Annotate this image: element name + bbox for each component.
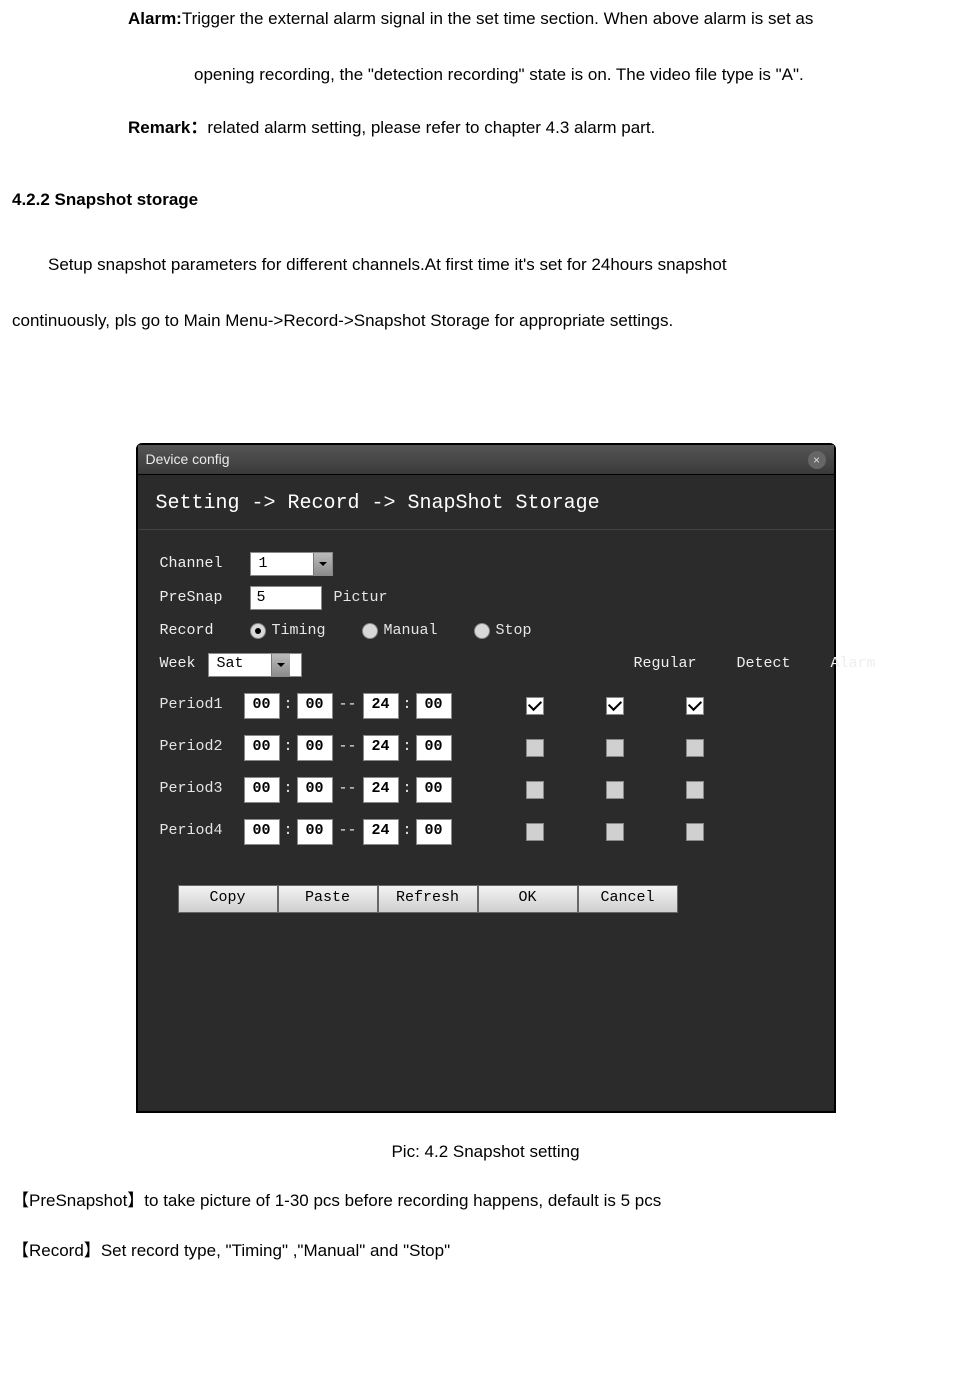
period3-regular-checkbox[interactable]	[526, 781, 544, 799]
period1-label: Period1	[160, 694, 244, 717]
col-regular: Regular	[634, 653, 697, 676]
channel-label: Channel	[160, 553, 238, 576]
def1-text: to take picture of 1-30 pcs before recor…	[144, 1191, 661, 1210]
period4-h1[interactable]: 00	[244, 819, 280, 845]
week-label: Week	[160, 653, 196, 676]
device-config-dialog: Device config × Setting -> Record -> Sna…	[136, 443, 836, 1113]
radio-stop[interactable]: Stop	[474, 620, 532, 643]
period1-detect-checkbox[interactable]	[606, 697, 624, 715]
setup-text-line1: Setup snapshot parameters for different …	[48, 252, 963, 278]
def2-key: 【Record】	[12, 1241, 101, 1260]
period3-detect-checkbox[interactable]	[606, 781, 624, 799]
period2-detect-checkbox[interactable]	[606, 739, 624, 757]
period-row-1: Period1 00 : 00 -- 24 : 00	[160, 693, 812, 719]
channel-select[interactable]: 1	[250, 552, 333, 576]
section-heading: 4.2.2 Snapshot storage	[12, 187, 963, 213]
cancel-button[interactable]: Cancel	[578, 885, 678, 913]
alarm-paragraph-line2: opening recording, the "detection record…	[194, 62, 963, 88]
remark-text: related alarm setting, please refer to c…	[207, 118, 655, 137]
col-detect: Detect	[737, 653, 791, 676]
period1-regular-checkbox[interactable]	[526, 697, 544, 715]
period-row-4: Period4 00 : 00 -- 24 : 00	[160, 819, 812, 845]
dialog-title: Device config	[146, 449, 230, 470]
chevron-down-icon	[271, 654, 290, 676]
chevron-down-icon	[313, 553, 332, 575]
period4-h2[interactable]: 24	[363, 819, 399, 845]
period3-m2[interactable]: 00	[416, 777, 452, 803]
radio-timing[interactable]: Timing	[250, 620, 326, 643]
period2-h2[interactable]: 24	[363, 735, 399, 761]
period1-h2[interactable]: 24	[363, 693, 399, 719]
presnap-value: 5	[257, 587, 266, 610]
channel-value: 1	[251, 553, 313, 576]
col-alarm: Alarm	[831, 653, 876, 676]
week-select[interactable]: Sat	[208, 653, 302, 677]
period1-m2[interactable]: 00	[416, 693, 452, 719]
period2-m2[interactable]: 00	[416, 735, 452, 761]
alarm-label: Alarm:	[128, 9, 182, 28]
period4-alarm-checkbox[interactable]	[686, 823, 704, 841]
def-presnapshot: 【PreSnapshot】to take picture of 1-30 pcs…	[12, 1188, 963, 1214]
period2-m1[interactable]: 00	[297, 735, 333, 761]
period-row-2: Period2 00 : 00 -- 24 : 00	[160, 735, 812, 761]
setup-text-line2: continuously, pls go to Main Menu->Recor…	[12, 308, 963, 334]
period2-label: Period2	[160, 736, 244, 759]
def2-text: Set record type, "Timing" ,"Manual" and …	[101, 1241, 450, 1260]
paste-button[interactable]: Paste	[278, 885, 378, 913]
period4-m2[interactable]: 00	[416, 819, 452, 845]
period-row-3: Period3 00 : 00 -- 24 : 00	[160, 777, 812, 803]
alarm-paragraph-line1: Alarm:Trigger the external alarm signal …	[128, 6, 963, 32]
radio-stop-label: Stop	[496, 620, 532, 643]
week-value: Sat	[209, 653, 271, 676]
period1-m1[interactable]: 00	[297, 693, 333, 719]
period2-h1[interactable]: 00	[244, 735, 280, 761]
period2-regular-checkbox[interactable]	[526, 739, 544, 757]
close-icon[interactable]: ×	[808, 451, 826, 469]
alarm-text1: Trigger the external alarm signal in the…	[182, 9, 814, 28]
period4-regular-checkbox[interactable]	[526, 823, 544, 841]
refresh-button[interactable]: Refresh	[378, 885, 478, 913]
period3-h2[interactable]: 24	[363, 777, 399, 803]
remark-paragraph: Remark：related alarm setting, please ref…	[128, 115, 963, 141]
radio-manual[interactable]: Manual	[362, 620, 438, 643]
period3-h1[interactable]: 00	[244, 777, 280, 803]
period4-label: Period4	[160, 820, 244, 843]
figure-caption: Pic: 4.2 Snapshot setting	[8, 1139, 963, 1165]
presnap-input[interactable]: 5	[250, 586, 322, 610]
period3-alarm-checkbox[interactable]	[686, 781, 704, 799]
period3-m1[interactable]: 00	[297, 777, 333, 803]
period1-alarm-checkbox[interactable]	[686, 697, 704, 715]
period4-m1[interactable]: 00	[297, 819, 333, 845]
period2-alarm-checkbox[interactable]	[686, 739, 704, 757]
alarm-text2: opening recording, the "detection record…	[194, 65, 804, 84]
period3-label: Period3	[160, 778, 244, 801]
def1-key: 【PreSnapshot】	[12, 1191, 144, 1210]
record-label: Record	[160, 620, 238, 643]
dialog-titlebar: Device config ×	[138, 445, 834, 475]
period1-h1[interactable]: 00	[244, 693, 280, 719]
period4-detect-checkbox[interactable]	[606, 823, 624, 841]
ok-button[interactable]: OK	[478, 885, 578, 913]
copy-button[interactable]: Copy	[178, 885, 278, 913]
radio-timing-label: Timing	[272, 620, 326, 643]
remark-label: Remark：	[128, 118, 207, 137]
picture-label: Pictur	[334, 587, 388, 610]
presnap-label: PreSnap	[160, 587, 238, 610]
breadcrumb: Setting -> Record -> SnapShot Storage	[138, 475, 834, 530]
radio-manual-label: Manual	[384, 620, 438, 643]
def-record: 【Record】Set record type, "Timing" ,"Manu…	[12, 1238, 963, 1264]
